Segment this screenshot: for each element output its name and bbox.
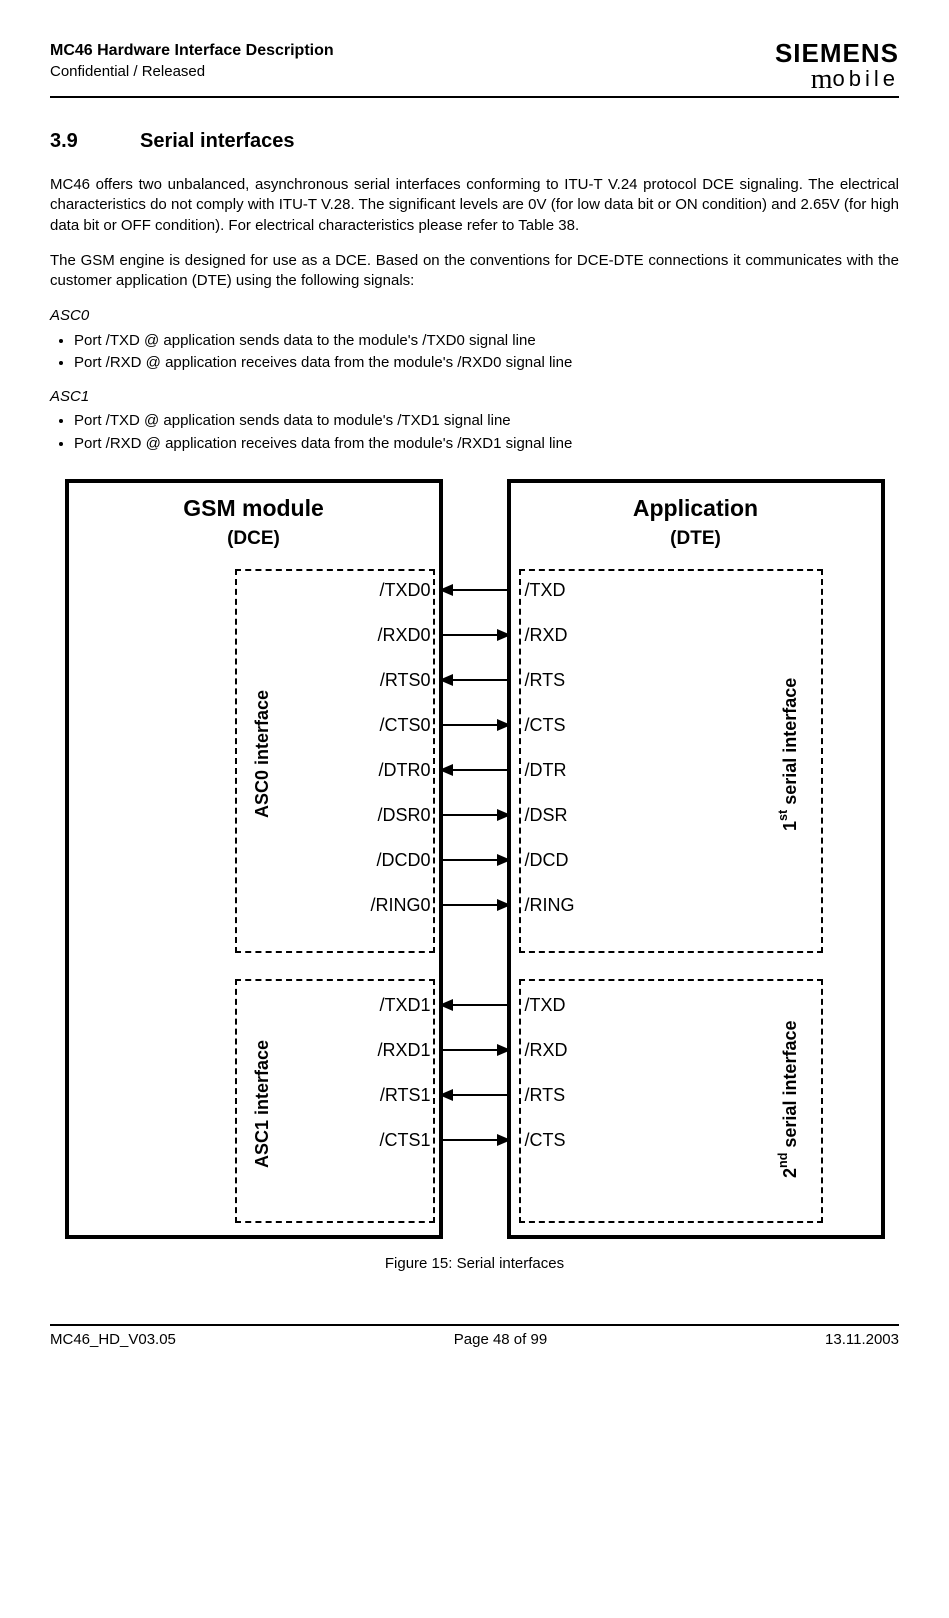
signal-left: /RXD0: [377, 623, 430, 647]
signal-right: /RXD: [525, 1038, 568, 1062]
signal-right: /DSR: [525, 803, 568, 827]
figure: GSM module (DCE) Application (DTE) ASC0 …: [50, 479, 899, 1274]
asc1-list: Port /TXD @ application sends data to mo…: [50, 411, 899, 454]
arrowhead-icon: [497, 629, 511, 641]
footer-left: MC46_HD_V03.05: [50, 1330, 176, 1350]
signal-left: /CTS0: [379, 713, 430, 737]
signal-right: /DCD: [525, 848, 569, 872]
signal-right: /CTS: [525, 1128, 566, 1152]
asc0-item: Port /TXD @ application sends data to th…: [74, 331, 899, 351]
arrowhead-icon: [439, 584, 453, 596]
page-footer: MC46_HD_V03.05 Page 48 of 99 13.11.2003: [50, 1324, 899, 1350]
paragraph-2: The GSM engine is designed for use as a …: [50, 251, 899, 292]
asc0-heading: ASC0: [50, 306, 899, 326]
arrowhead-icon: [439, 999, 453, 1011]
section-title: Serial interfaces: [140, 130, 295, 152]
signal-right: /RING: [525, 893, 575, 917]
asc1-item: Port /RXD @ application receives data fr…: [74, 434, 899, 454]
arrowhead-icon: [497, 1044, 511, 1056]
serial-diagram: GSM module (DCE) Application (DTE) ASC0 …: [65, 479, 885, 1239]
page-header: MC46 Hardware Interface Description Conf…: [50, 40, 899, 98]
serial2-label: 2nd serial interface: [775, 989, 802, 1209]
signal-left: /RXD1: [377, 1038, 430, 1062]
section-heading: 3.9Serial interfaces: [50, 128, 899, 155]
arrowhead-icon: [439, 1089, 453, 1101]
asc0-list: Port /TXD @ application sends data to th…: [50, 331, 899, 374]
signal-left: /TXD1: [379, 993, 430, 1017]
signal-left: /RING0: [370, 893, 430, 917]
paragraph-1: MC46 offers two unbalanced, asynchronous…: [50, 175, 899, 236]
arrowhead-icon: [439, 674, 453, 686]
footer-right: 13.11.2003: [825, 1330, 899, 1350]
signal-left: /RTS0: [380, 668, 431, 692]
serial1-label: 1st serial interface: [775, 634, 802, 874]
siemens-logo: SIEMENS mobile: [775, 40, 899, 94]
app-box-title: Application (DTE): [511, 493, 881, 552]
logo-text-top: SIEMENS: [775, 40, 899, 66]
asc0-label: ASC0 interface: [250, 654, 274, 854]
asc1-item: Port /TXD @ application sends data to mo…: [74, 411, 899, 431]
signal-left: /DSR0: [377, 803, 430, 827]
gsm-box-title: GSM module (DCE): [69, 493, 439, 552]
arrowhead-icon: [439, 764, 453, 776]
footer-center: Page 48 of 99: [454, 1330, 547, 1350]
arrowhead-icon: [497, 1134, 511, 1146]
signal-right: /TXD: [525, 993, 566, 1017]
signal-right: /RTS: [525, 1083, 566, 1107]
logo-text-bottom: mobile: [775, 66, 899, 94]
doc-title: MC46 Hardware Interface Description: [50, 40, 334, 62]
signal-left: /TXD0: [379, 578, 430, 602]
signal-left: /RTS1: [380, 1083, 431, 1107]
section-number: 3.9: [50, 128, 140, 155]
signal-left: /DCD0: [376, 848, 430, 872]
signal-right: /DTR: [525, 758, 567, 782]
signal-right: /CTS: [525, 713, 566, 737]
arrowhead-icon: [497, 719, 511, 731]
signal-right: /RTS: [525, 668, 566, 692]
arrowhead-icon: [497, 899, 511, 911]
signal-left: /DTR0: [378, 758, 430, 782]
signal-right: /RXD: [525, 623, 568, 647]
asc1-heading: ASC1: [50, 387, 899, 407]
header-left: MC46 Hardware Interface Description Conf…: [50, 40, 334, 82]
arrowhead-icon: [497, 809, 511, 821]
signal-right: /TXD: [525, 578, 566, 602]
figure-caption: Figure 15: Serial interfaces: [50, 1254, 899, 1274]
asc1-label: ASC1 interface: [250, 1019, 274, 1189]
asc0-item: Port /RXD @ application receives data fr…: [74, 353, 899, 373]
arrowhead-icon: [497, 854, 511, 866]
doc-subtitle: Confidential / Released: [50, 62, 334, 82]
signal-left: /CTS1: [379, 1128, 430, 1152]
